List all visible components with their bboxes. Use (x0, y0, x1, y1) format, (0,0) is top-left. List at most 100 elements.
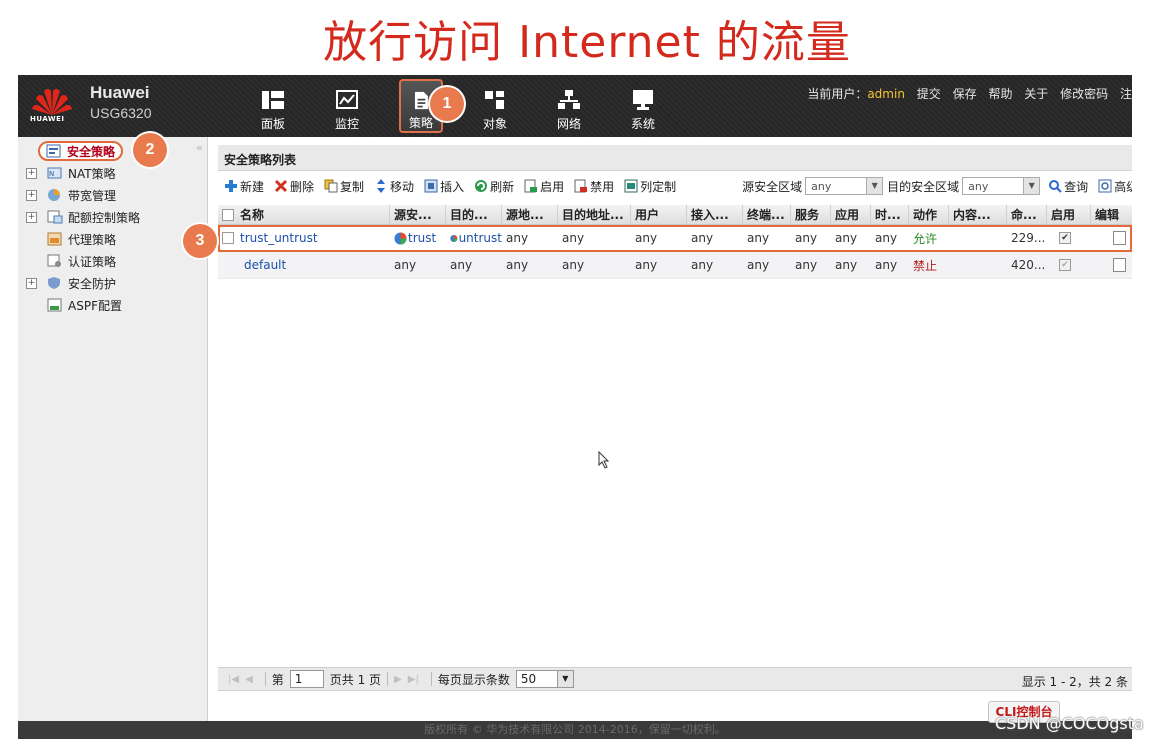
sidebar-item-auth-policy[interactable]: 认证策略 (47, 251, 116, 271)
slide-title: 放行访问 Internet 的流量 (323, 17, 851, 68)
advanced-button[interactable]: 高级 (1098, 178, 1132, 195)
page-number-input[interactable]: 1 (289, 670, 324, 688)
column-header-name[interactable]: 名称 (218, 205, 390, 224)
sidebar-item-aspf[interactable]: ASPF配置 (47, 295, 122, 315)
sidebar-item-quota-control[interactable]: + 配额控制策略 (26, 207, 140, 227)
column-header-dst-addr[interactable]: 目的地址... (558, 205, 631, 224)
column-header-content[interactable]: 内容... (949, 205, 1007, 224)
policy-name-link[interactable]: trust_untrust (240, 231, 318, 245)
column-header-action[interactable]: 动作 (909, 205, 949, 224)
nav-monitor[interactable]: 监控 (310, 79, 384, 133)
sidebar-item-nat-policy[interactable]: + N NAT策略 (26, 163, 116, 183)
policy-name-link[interactable]: default (244, 258, 286, 272)
column-header-src-addr[interactable]: 源地... (502, 205, 558, 224)
commit-link[interactable]: 提交 (917, 87, 941, 101)
button-label: 高级 (1114, 179, 1132, 194)
chevron-down-icon[interactable]: ▼ (1023, 178, 1040, 194)
enable-button[interactable]: 启用 (524, 178, 564, 195)
cell-terminal: any (747, 258, 770, 272)
header-label: 应用 (835, 208, 860, 222)
insert-button[interactable]: 插入 (424, 178, 464, 195)
step-badge-3: 3 (183, 224, 217, 258)
edit-icon[interactable] (1113, 231, 1126, 245)
header-label: 源安... (394, 208, 432, 222)
about-link[interactable]: 关于 (1024, 87, 1048, 101)
sidebar-item-security-protection[interactable]: + 安全防护 (26, 273, 116, 293)
cell-terminal: any (747, 231, 770, 245)
policy-table: 名称 源安... 目的... 源地... 目的地址... 用户 接入... 终端… (218, 205, 1132, 279)
nav-network[interactable]: 网络 (532, 79, 606, 133)
expand-icon[interactable]: + (26, 277, 37, 289)
chevron-down-icon[interactable]: ▼ (866, 178, 883, 194)
column-header-src-zone[interactable]: 源安... (390, 205, 446, 224)
expand-icon[interactable]: + (26, 189, 37, 201)
source-zone-select[interactable]: any ▼ (805, 177, 884, 195)
cell-name: default (218, 252, 390, 278)
nav-dashboard[interactable]: 面板 (236, 79, 310, 133)
prev-page-icon[interactable]: ◀ (245, 674, 253, 685)
select-all-checkbox[interactable] (222, 208, 234, 221)
expand-icon[interactable]: + (26, 167, 37, 179)
collapse-sidebar-icon[interactable]: « (196, 141, 203, 154)
column-header-service[interactable]: 服务 (791, 205, 831, 224)
copy-button[interactable]: 复制 (324, 178, 364, 195)
auth-icon (47, 254, 61, 267)
sidebar-item-security-policy[interactable]: 安全策略 (38, 141, 124, 161)
enabled-checkbox[interactable]: ✔ (1059, 232, 1071, 244)
sidebar-item-proxy-policy[interactable]: 代理策略 (47, 229, 116, 249)
device-model: USG6320 (90, 105, 152, 121)
customize-columns-button[interactable]: 列定制 (624, 178, 676, 195)
quota-icon (47, 210, 63, 224)
dest-zone-select[interactable]: any ▼ (962, 177, 1041, 195)
nav-system[interactable]: 系统 (606, 79, 680, 133)
logout-link[interactable]: 注 (1120, 87, 1132, 101)
mouse-cursor-icon (598, 451, 610, 469)
first-page-icon[interactable]: |◀ (228, 674, 239, 685)
expand-icon[interactable]: + (26, 211, 37, 223)
column-header-user[interactable]: 用户 (631, 205, 687, 224)
panel-title: 安全策略列表 (218, 145, 1132, 171)
column-header-enabled[interactable]: 启用 (1047, 205, 1091, 224)
header-label: 接入... (691, 208, 729, 222)
column-header-edit[interactable]: 编辑 (1091, 205, 1132, 224)
column-header-app[interactable]: 应用 (831, 205, 871, 224)
last-page-icon[interactable]: ▶| (408, 674, 419, 685)
change-password-link[interactable]: 修改密码 (1060, 87, 1108, 101)
delete-button[interactable]: 删除 (274, 178, 314, 195)
zone-pie-icon (450, 234, 458, 242)
sidebar-item-label: 安全策略 (67, 144, 116, 159)
column-header-hits[interactable]: 命... (1007, 205, 1047, 224)
disable-button[interactable]: 禁用 (574, 178, 614, 195)
header-label: 内容... (953, 208, 991, 222)
refresh-button[interactable]: 刷新 (474, 178, 514, 195)
cell-user: any (635, 231, 658, 245)
table-row[interactable]: default any any any any any any any any … (218, 252, 1132, 279)
sidebar-item-bandwidth[interactable]: + 带宽管理 (26, 185, 116, 205)
column-header-time[interactable]: 时... (871, 205, 909, 224)
header-label: 终端... (747, 208, 785, 222)
source-zone-value: any (811, 179, 832, 193)
copy-icon (324, 179, 338, 193)
nav-object[interactable]: 对象 (458, 79, 532, 133)
cell-time: any (875, 231, 898, 245)
column-header-terminal[interactable]: 终端... (743, 205, 791, 224)
column-header-dst-zone[interactable]: 目的... (446, 205, 502, 224)
edit-icon[interactable] (1113, 258, 1126, 272)
brand: HUAWEI Huawei USG6320 (30, 81, 160, 131)
sidebar-item-label: 安全防护 (68, 276, 117, 291)
chevron-down-icon[interactable]: ▼ (556, 671, 573, 687)
move-button[interactable]: 移动 (374, 178, 414, 195)
monitor-chart-icon (336, 90, 358, 109)
save-link[interactable]: 保存 (953, 87, 977, 101)
per-page-select[interactable]: 50 ▼ (515, 670, 574, 688)
dest-zone-filter: 目的安全区域 any ▼ (887, 177, 1041, 195)
per-page-label: 每页显示条数 (437, 672, 510, 687)
column-header-access[interactable]: 接入... (687, 205, 743, 224)
query-button[interactable]: 查询 (1048, 178, 1088, 195)
next-page-icon[interactable]: ▶ (394, 674, 402, 685)
cell-content (949, 225, 1007, 251)
table-row[interactable]: trust_untrust trust untrust any any any … (218, 225, 1132, 252)
row-checkbox[interactable] (222, 232, 234, 244)
new-button[interactable]: 新建 (224, 178, 264, 195)
help-link[interactable]: 帮助 (988, 87, 1012, 101)
